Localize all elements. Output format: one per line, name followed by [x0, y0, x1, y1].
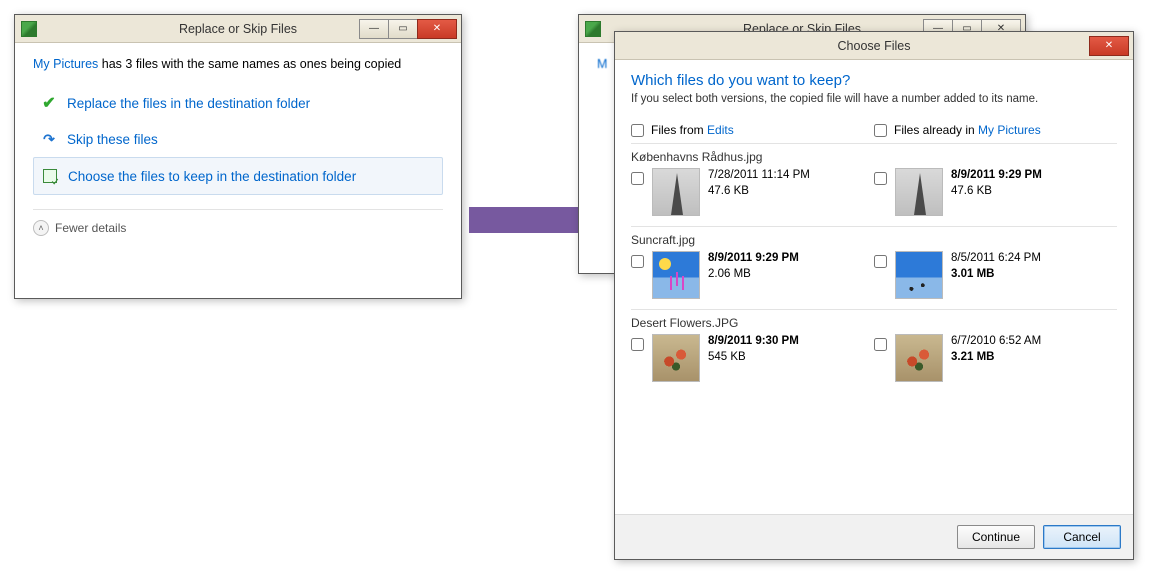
file-size: 3.21 MB: [951, 350, 1041, 366]
file-size: 3.01 MB: [951, 267, 1041, 283]
file-meta: 8/5/2011 6:24 PM 3.01 MB: [951, 251, 1041, 282]
file-thumbnail: [652, 168, 700, 216]
option-skip-label: Skip these files: [67, 132, 158, 147]
file-conflict-group: Desert Flowers.JPG 8/9/2011 9:30 PM 545 …: [631, 310, 1117, 392]
conflict-message-text: has 3 files with the same names as ones …: [98, 57, 401, 71]
source-prefix: Files from: [651, 123, 707, 137]
file-meta: 6/7/2010 6:52 AM 3.21 MB: [951, 334, 1041, 365]
file-meta: 8/9/2011 9:30 PM 545 KB: [708, 334, 799, 365]
select-source-checkbox[interactable]: [631, 172, 644, 185]
titlebar: Replace or Skip Files ― ▭ ✕: [15, 15, 461, 43]
continue-button[interactable]: Continue: [957, 525, 1035, 549]
app-icon: [585, 21, 601, 37]
close-button[interactable]: ✕: [417, 19, 457, 39]
choose-subtext: If you select both versions, the copied …: [631, 93, 1117, 105]
cancel-button[interactable]: Cancel: [1043, 525, 1121, 549]
file-name: Københavns Rådhus.jpg: [631, 150, 1117, 164]
file-meta: 8/9/2011 9:29 PM 2.06 MB: [708, 251, 799, 282]
window-controls: ✕: [1089, 36, 1129, 56]
file-size: 2.06 MB: [708, 267, 799, 283]
select-all-dest-checkbox[interactable]: [874, 124, 887, 137]
source-variant[interactable]: 8/9/2011 9:30 PM 545 KB: [631, 334, 874, 382]
file-thumbnail: [895, 334, 943, 382]
chevron-up-icon: ˄: [33, 220, 49, 236]
file-size: 545 KB: [708, 350, 799, 366]
fewer-details-row[interactable]: ˄ Fewer details: [33, 209, 443, 236]
dest-prefix: Files already in: [894, 123, 978, 137]
option-replace-label: Replace the files in the destination fol…: [67, 96, 310, 111]
destination-folder-link[interactable]: My Pictures: [33, 57, 98, 71]
dialog-body: My Pictures has 3 files with the same na…: [15, 43, 461, 248]
dest-folder-link[interactable]: My Pictures: [978, 123, 1041, 137]
option-replace[interactable]: ✔ Replace the files in the destination f…: [33, 85, 443, 121]
source-folder-link[interactable]: Edits: [707, 123, 734, 137]
choose-heading: Which files do you want to keep?: [631, 72, 1117, 89]
titlebar: Choose Files ✕: [615, 32, 1133, 60]
source-variant[interactable]: 8/9/2011 9:29 PM 2.06 MB: [631, 251, 874, 299]
file-date: 8/9/2011 9:30 PM: [708, 334, 799, 350]
column-headers: Files from Edits Files already in My Pic…: [631, 117, 1117, 144]
file-date: 8/5/2011 6:24 PM: [951, 251, 1041, 267]
select-dest-checkbox[interactable]: [874, 255, 887, 268]
file-date: 8/9/2011 9:29 PM: [708, 251, 799, 267]
select-all-source-checkbox[interactable]: [631, 124, 644, 137]
checkmark-icon: ✔: [41, 95, 57, 111]
file-thumbnail: [652, 334, 700, 382]
option-choose[interactable]: Choose the files to keep in the destinat…: [33, 157, 443, 195]
dest-variant[interactable]: 8/5/2011 6:24 PM 3.01 MB: [874, 251, 1117, 299]
file-thumbnail: [895, 168, 943, 216]
dest-column-header[interactable]: Files already in My Pictures: [874, 123, 1117, 137]
file-size: 47.6 KB: [951, 184, 1042, 200]
dialog-button-row: Continue Cancel: [615, 514, 1133, 559]
window-controls: ― ▭ ✕: [359, 19, 457, 39]
close-button[interactable]: ✕: [1089, 36, 1129, 56]
file-thumbnail: [895, 251, 943, 299]
file-name: Desert Flowers.JPG: [631, 316, 1117, 330]
file-meta: 7/28/2011 11:14 PM 47.6 KB: [708, 168, 810, 199]
window-title: Choose Files: [615, 39, 1133, 53]
select-source-checkbox[interactable]: [631, 255, 644, 268]
file-conflict-group: Københavns Rådhus.jpg 7/28/2011 11:14 PM…: [631, 144, 1117, 227]
replace-skip-dialog: Replace or Skip Files ― ▭ ✕ My Pictures …: [14, 14, 462, 299]
file-thumbnail: [652, 251, 700, 299]
select-dest-checkbox[interactable]: [874, 338, 887, 351]
skip-arrow-icon: ↷: [41, 131, 57, 147]
file-conflict-group: Suncraft.jpg 8/9/2011 9:29 PM 2.06 MB 8/…: [631, 227, 1117, 310]
choose-files-dialog: Choose Files ✕ Which files do you want t…: [614, 31, 1134, 560]
file-name: Suncraft.jpg: [631, 233, 1117, 247]
source-column-header[interactable]: Files from Edits: [631, 123, 874, 137]
dest-variant[interactable]: 8/9/2011 9:29 PM 47.6 KB: [874, 168, 1117, 216]
option-skip[interactable]: ↷ Skip these files: [33, 121, 443, 157]
conflict-message: My Pictures has 3 files with the same na…: [33, 57, 443, 71]
option-choose-label: Choose the files to keep in the destinat…: [68, 169, 356, 184]
dest-variant[interactable]: 6/7/2010 6:52 AM 3.21 MB: [874, 334, 1117, 382]
select-dest-checkbox[interactable]: [874, 172, 887, 185]
fewer-details-label: Fewer details: [55, 221, 126, 235]
select-source-checkbox[interactable]: [631, 338, 644, 351]
source-variant[interactable]: 7/28/2011 11:14 PM 47.6 KB: [631, 168, 874, 216]
file-date: 6/7/2010 6:52 AM: [951, 334, 1041, 350]
dialog-body: Which files do you want to keep? If you …: [615, 60, 1133, 392]
minimize-button[interactable]: ―: [359, 19, 389, 39]
destination-folder-link: M: [597, 57, 607, 71]
file-size: 47.6 KB: [708, 184, 810, 200]
maximize-button[interactable]: ▭: [388, 19, 418, 39]
app-icon: [21, 21, 37, 37]
file-meta: 8/9/2011 9:29 PM 47.6 KB: [951, 168, 1042, 199]
file-date: 8/9/2011 9:29 PM: [951, 168, 1042, 184]
choose-files-icon: [42, 168, 58, 184]
file-date: 7/28/2011 11:14 PM: [708, 168, 810, 184]
